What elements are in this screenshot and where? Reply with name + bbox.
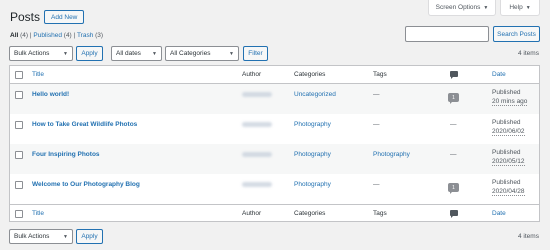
help-label: Help [509,4,523,11]
bulk-actions-value: Bulk Actions [14,233,50,240]
post-tag-link[interactable]: Photography [373,151,410,158]
bulk-actions-select-bottom[interactable]: Bulk Actions ▼ [9,229,73,244]
comment-count: — [450,151,457,158]
chevron-down-icon: ▼ [63,233,68,240]
column-tags-footer: Tags [373,210,387,217]
column-date-sort[interactable]: Date [492,71,506,78]
row-checkbox[interactable] [15,181,23,189]
column-title-sort[interactable]: Title [32,71,44,78]
column-categories: Categories [294,71,326,78]
post-status: Published [492,149,521,156]
table-header: Title Author Categories Tags Date [10,66,539,84]
post-tags: — [373,91,380,98]
column-categories-footer: Categories [294,210,326,217]
row-checkbox[interactable] [15,121,23,129]
dates-select[interactable]: All dates ▼ [111,46,162,61]
author-name-blurred [242,92,272,97]
search-input[interactable] [405,26,489,42]
comment-count: — [450,121,457,128]
page-title: Posts [10,10,41,24]
post-tags: — [373,121,380,128]
filter-separator: | [73,32,76,39]
post-category-link[interactable]: Uncategorized [294,91,336,98]
chevron-down-icon: ▼ [152,50,157,57]
caret-down-icon: ▼ [525,4,531,11]
post-date: 2020/04/28 [492,188,525,196]
table-footer: Title Author Categories Tags Date [10,204,539,222]
post-category-link[interactable]: Photography [294,121,331,128]
comments-icon [450,71,458,79]
post-title-link[interactable]: How to Take Great Wildlife Photos [32,121,137,128]
post-tags: — [373,181,380,188]
author-name-blurred [242,182,272,187]
comment-count-badge[interactable]: 1 [448,183,459,194]
post-title-link[interactable]: Four Inspiring Photos [32,151,100,158]
add-new-button[interactable]: Add New [44,10,85,24]
post-category-link[interactable]: Photography [294,181,331,188]
filter-button[interactable]: Filter [243,46,268,61]
row-checkbox[interactable] [15,91,23,99]
post-date: 20 mins ago [492,98,528,106]
help-button[interactable]: Help ▼ [500,0,540,16]
author-name-blurred [242,122,272,127]
column-date-sort-footer[interactable]: Date [492,210,506,217]
comments-icon [450,210,458,218]
categories-select[interactable]: All Categories ▼ [165,46,239,61]
filter-published-count: (4) [63,32,72,39]
column-author: Author [242,71,262,78]
select-all-checkbox[interactable] [15,71,23,79]
dates-value: All dates [116,50,141,57]
select-all-checkbox-footer[interactable] [15,210,23,218]
filter-all[interactable]: All [10,32,18,39]
post-date: 2020/05/12 [492,158,525,166]
chevron-down-icon: ▼ [229,50,234,57]
comment-count-badge[interactable]: 1 [448,93,459,104]
column-tags: Tags [373,71,387,78]
bulk-actions-value: Bulk Actions [14,50,50,57]
column-title-sort-footer[interactable]: Title [32,210,44,217]
post-status: Published [492,179,521,186]
apply-button-top[interactable]: Apply [76,46,103,61]
categories-value: All Categories [170,50,211,57]
search-posts-button[interactable]: Search Posts [493,26,540,42]
row-checkbox[interactable] [15,151,23,159]
posts-table: Title Author Categories Tags Date Hello … [9,65,540,222]
screen-options-label: Screen Options [435,4,481,11]
post-title-link[interactable]: Hello world! [32,91,69,98]
table-row: Welcome to Our Photography Blog Photogra… [10,174,539,204]
post-date: 2020/06/02 [492,128,525,136]
screen-options-button[interactable]: Screen Options ▼ [428,0,496,16]
post-status: Published [492,89,521,96]
filter-trash-count: (3) [95,32,104,39]
post-category-link[interactable]: Photography [294,151,331,158]
column-author-footer: Author [242,210,262,217]
filter-separator: | [29,32,32,39]
filter-all-count: (4) [20,32,29,39]
table-row: Four Inspiring Photos Photography Photog… [10,144,539,174]
items-count-top: 4 items [518,50,539,57]
post-title-link[interactable]: Welcome to Our Photography Blog [32,181,140,188]
status-filters: All (4) | Published (4) | Trash (3) [10,32,103,39]
items-count-bottom: 4 items [518,233,539,240]
apply-button-bottom[interactable]: Apply [76,229,103,244]
table-row: Hello world! Uncategorized — 1 Published… [10,84,539,114]
filter-published[interactable]: Published [33,32,62,39]
post-status: Published [492,119,521,126]
author-name-blurred [242,152,272,157]
chevron-down-icon: ▼ [63,50,68,57]
filter-trash[interactable]: Trash [77,32,93,39]
table-row: How to Take Great Wildlife Photos Photog… [10,114,539,144]
bulk-actions-select-top[interactable]: Bulk Actions ▼ [9,46,73,61]
caret-down-icon: ▼ [483,4,489,11]
